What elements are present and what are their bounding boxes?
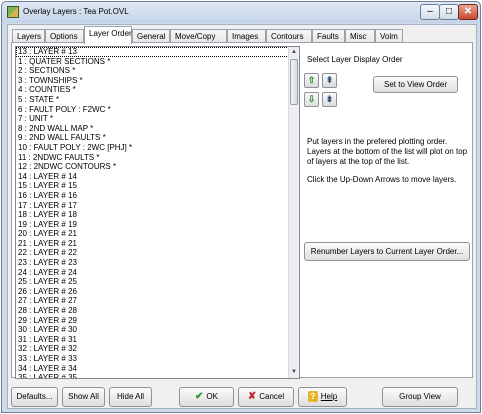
layer-list-item[interactable]: 17 : LAYER # 17: [16, 201, 289, 211]
tab-options[interactable]: Options: [45, 29, 84, 43]
layer-list-item[interactable]: 34 : LAYER # 34: [16, 364, 289, 374]
layer-list-item[interactable]: 14 : LAYER # 14: [16, 172, 289, 182]
help-label: Help: [320, 392, 338, 401]
tab-general[interactable]: General: [132, 29, 170, 43]
layer-list-item[interactable]: 35 : LAYER # 35: [16, 373, 289, 378]
move-up-button[interactable]: ⇧: [304, 73, 319, 88]
layer-list-item[interactable]: 10 : FAULT POLY : 2WC [PHJ] *: [16, 143, 289, 153]
overlay-layers-window: Overlay Layers : Tea Pot.OVL – □ ✕ Layer…: [1, 1, 481, 413]
layer-list-item[interactable]: 24 : LAYER # 24: [16, 268, 289, 278]
layer-list-item[interactable]: 28 : LAYER # 28: [16, 306, 289, 316]
arrow-instructions: Click the Up-Down Arrows to move layers.: [307, 175, 457, 184]
layer-list-item[interactable]: 4 : COUNTIES *: [16, 85, 289, 95]
tab-move-copy[interactable]: Move/Copy: [170, 29, 227, 43]
layer-list-item[interactable]: 31 : LAYER # 31: [16, 335, 289, 345]
bottom-button-bar: Defaults... Show All Hide All ✔ OK ✘ Cance…: [8, 382, 476, 408]
scroll-up-arrow[interactable]: ▲: [289, 47, 299, 58]
set-to-view-order-button[interactable]: Set to View Order: [373, 76, 458, 93]
move-to-top-icon: ⇞: [325, 75, 334, 85]
show-all-button[interactable]: Show All: [62, 387, 105, 407]
help-icon: ?: [307, 391, 318, 402]
tab-contours[interactable]: Contours: [266, 29, 312, 43]
checkmark-icon: ✔: [195, 391, 204, 402]
layer-list-item[interactable]: 26 : LAYER # 26: [16, 287, 289, 297]
layer-list-item[interactable]: 22 : LAYER # 22: [16, 248, 289, 258]
layer-list-item[interactable]: 3 : TOWNSHIPS *: [16, 76, 289, 86]
layer-list-item[interactable]: 15 : LAYER # 15: [16, 181, 289, 191]
maximize-button[interactable]: □: [439, 4, 459, 20]
layer-list-item[interactable]: 30 : LAYER # 30: [16, 325, 289, 335]
layer-list: 13 : LAYER # 13 1 : QUATER SECTIONS * 2 : …: [16, 47, 289, 378]
layer-list-item[interactable]: 18 : LAYER # 18: [16, 210, 289, 220]
ok-label: OK: [206, 392, 218, 401]
layer-list-item[interactable]: 11 : 2NDWC FAULTS *: [16, 153, 289, 163]
tab-layers[interactable]: Layers: [12, 29, 45, 43]
x-mark-icon: ✘: [247, 391, 257, 402]
layer-list-item[interactable]: 25 : LAYER # 25: [16, 277, 289, 287]
tab-volm[interactable]: Volm: [375, 29, 403, 43]
tab-misc[interactable]: Misc: [345, 29, 375, 43]
plot-order-instructions: Put layers in the prefered plotting orde…: [307, 137, 468, 166]
down-arrow-icon: ⇩: [307, 94, 316, 104]
scroll-thumb[interactable]: [290, 59, 298, 105]
tab-faults[interactable]: Faults: [312, 29, 345, 43]
layer-list-item[interactable]: 8 : 2ND WALL MAP *: [16, 124, 289, 134]
tab-layer-order[interactable]: Layer Order: [84, 26, 132, 44]
order-heading: Select Layer Display Order: [307, 55, 403, 64]
layer-list-item[interactable]: 9 : 2ND WALL FAULTS *: [16, 133, 289, 143]
dialog-client-area: Layers Options Layer Order General Move/Copy…: [7, 24, 477, 409]
renumber-layers-button[interactable]: Renumber Layers to Current Layer Order..…: [304, 242, 470, 261]
vertical-scrollbar[interactable]: ▲ ▼: [288, 47, 299, 378]
layer-list-item[interactable]: 19 : LAYER # 19: [16, 220, 289, 230]
move-to-top-button[interactable]: ⇞: [322, 73, 337, 88]
help-button[interactable]: ? Help: [298, 387, 347, 407]
move-down-button[interactable]: ⇩: [304, 92, 319, 107]
layer-order-panel: 13 : LAYER # 13 1 : QUATER SECTIONS * 2 : …: [11, 42, 473, 379]
close-button[interactable]: ✕: [458, 4, 478, 20]
move-to-bottom-icon: ⇟: [325, 94, 334, 104]
layer-list-item[interactable]: 12 : 2NDWC CONTOURS *: [16, 162, 289, 172]
order-controls: Select Layer Display Order ⇧ ⇞ ⇩ ⇟ Set t…: [304, 47, 472, 377]
layer-list-item[interactable]: 32 : LAYER # 32: [16, 344, 289, 354]
title-bar[interactable]: Overlay Layers : Tea Pot.OVL – □ ✕: [2, 2, 480, 23]
layer-list-item[interactable]: 27 : LAYER # 27: [16, 296, 289, 306]
hide-all-button[interactable]: Hide All: [109, 387, 152, 407]
layer-list-item[interactable]: 23 : LAYER # 23: [16, 258, 289, 268]
move-to-bottom-button[interactable]: ⇟: [322, 92, 337, 107]
layer-list-item[interactable]: 13 : LAYER # 13: [16, 47, 289, 57]
up-arrow-icon: ⇧: [307, 75, 316, 85]
layer-list-item[interactable]: 16 : LAYER # 16: [16, 191, 289, 201]
overlay-layers-icon: [7, 6, 19, 18]
cancel-button[interactable]: ✘ Cancel: [238, 387, 294, 407]
layer-list-item[interactable]: 5 : STATE *: [16, 95, 289, 105]
window-title: Overlay Layers : Tea Pot.OVL: [23, 7, 129, 16]
layer-list-item[interactable]: 7 : UNIT *: [16, 114, 289, 124]
layer-list-item[interactable]: 2 : SECTIONS *: [16, 66, 289, 76]
cancel-label: Cancel: [259, 392, 285, 401]
layer-listbox[interactable]: 13 : LAYER # 13 1 : QUATER SECTIONS * 2 : …: [15, 46, 300, 379]
layer-list-item[interactable]: 29 : LAYER # 29: [16, 316, 289, 326]
layer-list-item[interactable]: 1 : QUATER SECTIONS *: [16, 57, 289, 67]
layer-list-item[interactable]: 20 : LAYER # 21: [16, 229, 289, 239]
ok-button[interactable]: ✔ OK: [179, 387, 234, 407]
layer-list-item[interactable]: 6 : FAULT POLY : F2WC *: [16, 105, 289, 115]
group-view-button[interactable]: Group View: [382, 387, 458, 407]
scroll-down-arrow[interactable]: ▼: [289, 367, 299, 378]
layer-list-item[interactable]: 21 : LAYER # 21: [16, 239, 289, 249]
minimize-button[interactable]: –: [420, 4, 440, 20]
layer-list-item[interactable]: 33 : LAYER # 33: [16, 354, 289, 364]
tab-images[interactable]: Images: [227, 29, 266, 43]
defaults-button[interactable]: Defaults...: [11, 387, 58, 407]
